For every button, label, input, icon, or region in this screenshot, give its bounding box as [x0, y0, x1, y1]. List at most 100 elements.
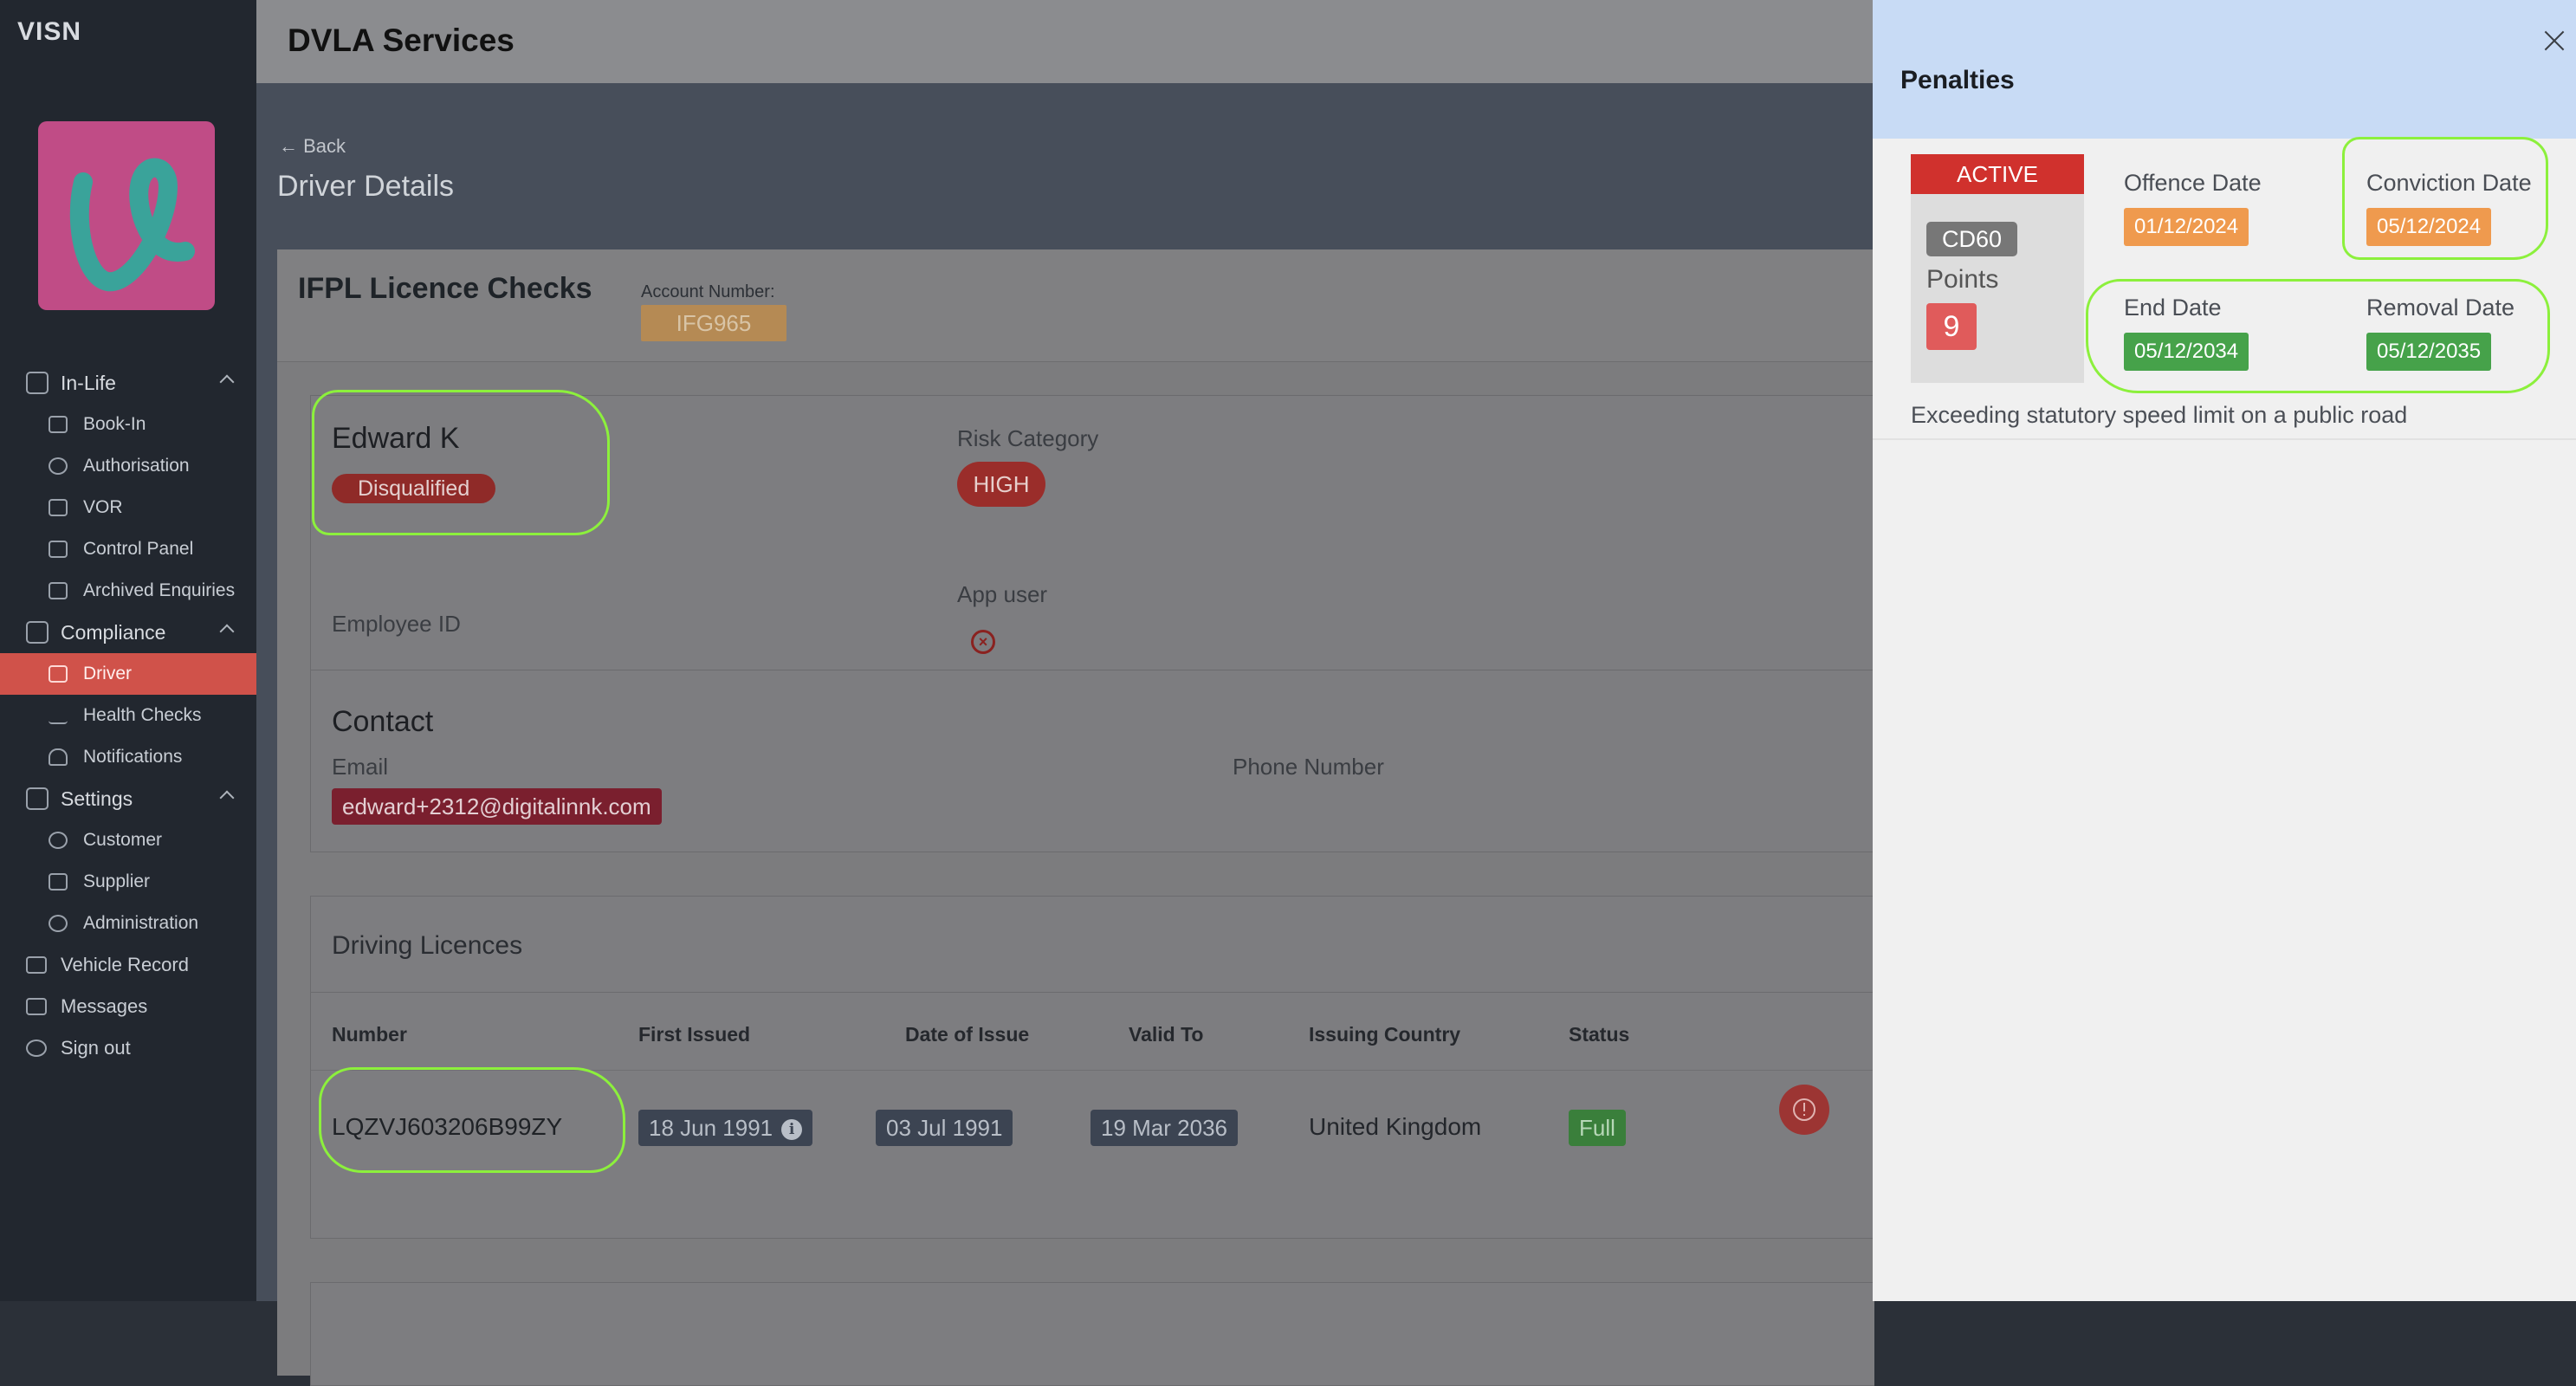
column-header-valid-to: Valid To: [1129, 1023, 1204, 1046]
briefcase-icon: [49, 873, 68, 891]
nav-item-label: Administration: [83, 913, 199, 933]
sidebar: VISN In-Life Book-In Authorisation VOR C…: [0, 0, 256, 1301]
nav-item-supplier[interactable]: Supplier: [0, 861, 256, 903]
highlight-annotation: [319, 1067, 625, 1173]
in-life-icon: [26, 372, 49, 394]
arrow-left-icon: ←: [279, 135, 304, 157]
offence-date-value: 01/12/2024: [2124, 208, 2249, 246]
points-label: Points: [1926, 265, 1999, 294]
sign-out-icon: [26, 1040, 47, 1057]
email-value[interactable]: edward+2312@digitalinnk.com: [332, 788, 662, 825]
settings-icon: [26, 787, 49, 810]
employee-id-label: Employee ID: [332, 611, 461, 637]
column-header-date-of-issue: Date of Issue: [905, 1023, 1030, 1046]
nav-item-customer[interactable]: Customer: [0, 819, 256, 861]
x-circle-icon: ×: [971, 630, 995, 654]
nav-item-control-panel[interactable]: Control Panel: [0, 528, 256, 570]
column-header-status: Status: [1569, 1023, 1630, 1046]
first-issued-value: 18 Jun 1991: [649, 1115, 773, 1141]
nav-item-administration[interactable]: Administration: [0, 903, 256, 944]
nav-item-label: Health Checks: [83, 705, 202, 725]
highlight-annotation: [2342, 137, 2548, 260]
nav-group-label: In-Life: [61, 371, 116, 394]
penalties-drawer: Penalties ACTIVE CD60 Points 9 Offence D…: [1873, 0, 2576, 1301]
brand-name: VISN: [17, 17, 82, 46]
nav-item-messages[interactable]: Messages: [0, 986, 256, 1027]
nav-item-label: Driver: [83, 664, 132, 683]
app-user-label: App user: [957, 581, 1048, 607]
nav-item-label: Sign out: [61, 1037, 131, 1059]
chevron-up-icon: [219, 624, 235, 639]
next-panel: [310, 1282, 1874, 1386]
nav-group-label: Settings: [61, 787, 133, 810]
nav-item-health-checks[interactable]: Health Checks: [0, 695, 256, 736]
close-icon[interactable]: [2540, 26, 2569, 55]
drawer-header: Penalties: [1873, 0, 2576, 139]
points-badge: 9: [1926, 303, 1977, 350]
penalty-description: Exceeding statutory speed limit on a pub…: [1911, 402, 2408, 428]
column-header-number: Number: [332, 1023, 407, 1046]
penalties-alert-button[interactable]: [1779, 1085, 1829, 1135]
nav-item-label: Authorisation: [83, 456, 190, 476]
card-title: IFPL Licence Checks: [298, 272, 592, 305]
logo-letter-v-icon: [69, 158, 195, 292]
first-issued-badge: 18 Jun 1991 i: [638, 1110, 813, 1146]
card-header: IFPL Licence Checks Account Number: IFG9…: [277, 249, 1874, 362]
back-link[interactable]: ← Back: [279, 135, 346, 158]
nav-group-compliance[interactable]: Compliance: [0, 612, 256, 653]
nav-item-vehicle-record[interactable]: Vehicle Record: [0, 944, 256, 986]
page-title: Driver Details: [277, 170, 455, 203]
info-icon[interactable]: i: [781, 1119, 803, 1140]
message-icon: [26, 998, 47, 1015]
nav-item-label: Vehicle Record: [61, 954, 189, 975]
nav-item-notifications[interactable]: Notifications: [0, 736, 256, 778]
nav-item-label: Archived Enquiries: [83, 580, 236, 600]
car-icon: [26, 956, 47, 974]
licence-status-badge: Full: [1569, 1110, 1626, 1146]
chevron-up-icon: [219, 374, 235, 390]
phone-number-label: Phone Number: [1233, 754, 1384, 780]
archive-icon: [49, 582, 68, 599]
penalty-code-badge: CD60: [1926, 222, 2018, 256]
top-header: DVLA Services: [256, 0, 1874, 83]
email-label: Email: [332, 754, 389, 780]
app-logo: [38, 121, 215, 310]
chevron-up-icon: [219, 790, 235, 806]
penalty-status-badge: ACTIVE: [1911, 154, 2084, 194]
nav-item-label: VOR: [83, 497, 123, 517]
back-label: Back: [303, 135, 346, 157]
date-of-issue-badge: 03 Jul 1991: [876, 1110, 1013, 1146]
nav-item-label: Notifications: [83, 747, 183, 767]
nav-item-driver[interactable]: Driver: [0, 653, 256, 695]
contact-title: Contact: [332, 705, 434, 738]
vehicle-off-road-icon: [49, 499, 68, 516]
nav-item-archived-enquiries[interactable]: Archived Enquiries: [0, 570, 256, 612]
risk-category-badge: HIGH: [957, 462, 1045, 507]
bell-icon: [49, 748, 68, 766]
side-navigation: In-Life Book-In Authorisation VOR Contro…: [0, 362, 256, 1069]
nav-item-label: Supplier: [83, 871, 151, 891]
calendar-icon: [49, 416, 68, 433]
highlight-annotation: [2086, 279, 2550, 393]
penalty-summary: ACTIVE CD60 Points 9: [1911, 154, 2084, 383]
drawer-title: Penalties: [1900, 66, 2015, 94]
column-header-first-issued: First Issued: [638, 1023, 751, 1046]
divider: [1873, 438, 2576, 440]
divider: [311, 992, 1875, 993]
nav-item-vor[interactable]: VOR: [0, 487, 256, 528]
nav-item-label: Messages: [61, 995, 148, 1017]
highlight-annotation: [312, 390, 610, 535]
nav-group-in-life[interactable]: In-Life: [0, 362, 256, 404]
gauge-icon: [49, 457, 68, 475]
exclamation-circle-icon: [1793, 1098, 1815, 1121]
driving-licences-title: Driving Licences: [332, 931, 523, 960]
nav-item-book-in[interactable]: Book-In: [0, 404, 256, 445]
contact-panel: Contact Email edward+2312@digitalinnk.co…: [310, 670, 1874, 852]
nav-item-sign-out[interactable]: Sign out: [0, 1027, 256, 1069]
nav-group-settings[interactable]: Settings: [0, 778, 256, 819]
risk-category-label: Risk Category: [957, 425, 1099, 451]
nav-item-label: Customer: [83, 830, 163, 850]
nav-item-authorisation[interactable]: Authorisation: [0, 445, 256, 487]
nav-item-label: Book-In: [83, 414, 146, 434]
header-title: DVLA Services: [288, 23, 515, 58]
